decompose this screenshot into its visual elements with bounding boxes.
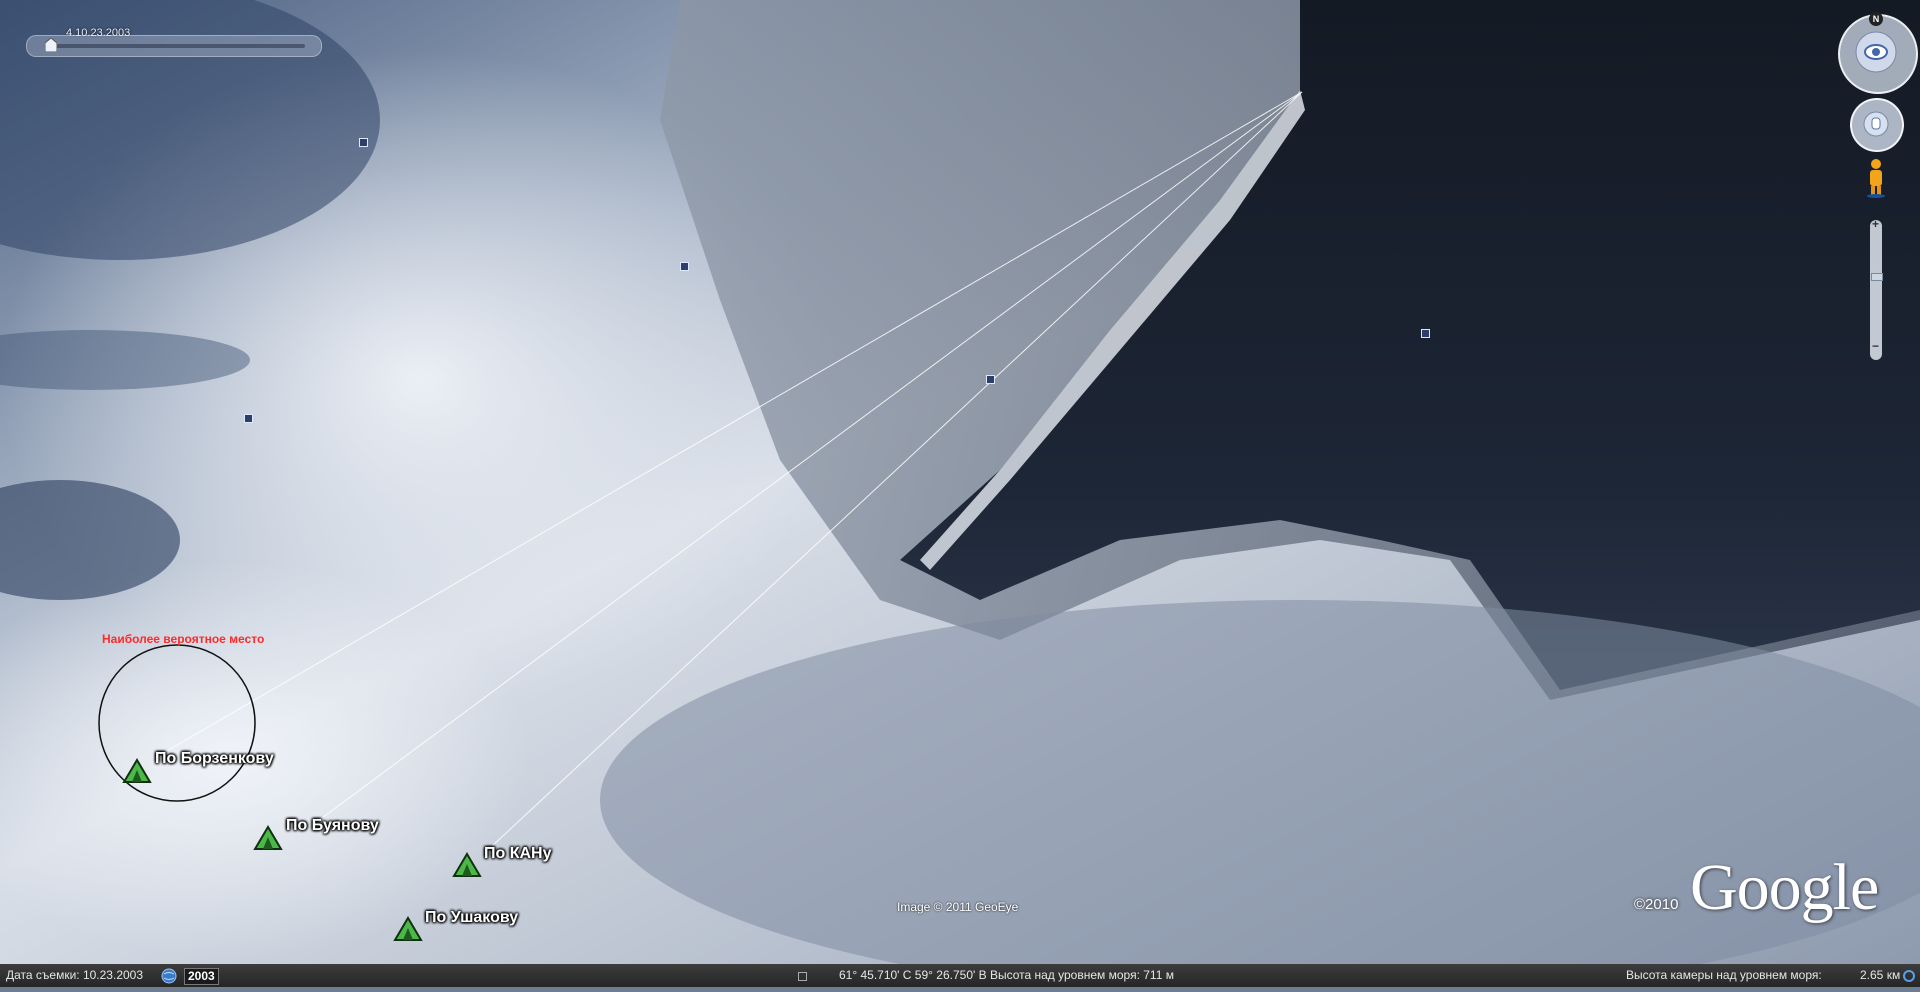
- status-indicator: [798, 972, 807, 981]
- imagery-credit: Image © 2011 GeoEye: [897, 900, 1019, 914]
- coordinates: 61° 45.710' С 59° 26.750' В Высота над у…: [839, 968, 1174, 982]
- time-slider-track[interactable]: [45, 44, 305, 48]
- placemark-square[interactable]: [359, 138, 368, 147]
- placemark-square[interactable]: [1421, 329, 1430, 338]
- placemark-square[interactable]: [986, 375, 995, 384]
- tent-marker-kan[interactable]: [452, 852, 482, 878]
- year-badge[interactable]: 2003: [184, 968, 219, 985]
- marker-label-buyanov[interactable]: По Буянову: [286, 817, 379, 835]
- north-indicator[interactable]: N: [1869, 12, 1883, 26]
- marker-label-ushakov[interactable]: По Ушакову: [425, 909, 518, 927]
- satellite-map[interactable]: Наиболее вероятное место По Борзенкову П…: [0, 0, 1920, 964]
- tent-icon: [452, 852, 482, 877]
- pegman-icon[interactable]: [1866, 158, 1886, 198]
- zoom-thumb[interactable]: [1871, 273, 1883, 281]
- placemark-square[interactable]: [680, 262, 689, 271]
- google-logo: Google: [1690, 851, 1879, 924]
- navigation-controls: N + −: [1836, 8, 1918, 360]
- hand-icon[interactable]: [1863, 111, 1889, 137]
- tent-marker-borzenkov[interactable]: [122, 758, 152, 784]
- camera-altitude-label: Высота камеры над уровнем моря:: [1626, 968, 1822, 982]
- zoom-out-icon[interactable]: −: [1872, 340, 1880, 352]
- tent-icon: [122, 758, 152, 783]
- camera-altitude-value: 2.65 км: [1860, 968, 1901, 982]
- tent-icon: [253, 825, 283, 850]
- placemark-square[interactable]: [244, 414, 253, 423]
- marker-label-kan[interactable]: По КАНу: [484, 845, 552, 863]
- copyright-year: ©2010: [1634, 896, 1679, 913]
- time-slider-thumb-icon[interactable]: [45, 38, 57, 52]
- tent-marker-ushakov[interactable]: [393, 916, 423, 942]
- capture-date: Дата съемки: 10.23.2003: [6, 968, 144, 982]
- status-bar: Дата съемки: 10.23.2003 2003 61° 45.710'…: [0, 964, 1920, 987]
- eye-icon[interactable]: [1854, 30, 1898, 74]
- tent-marker-buyanov[interactable]: [253, 825, 283, 851]
- tent-icon: [393, 916, 423, 941]
- zoom-in-icon[interactable]: +: [1872, 218, 1880, 230]
- time-slider[interactable]: [26, 35, 322, 57]
- globe-icon[interactable]: [161, 964, 177, 992]
- probable-place-note: Наиболее вероятное место: [102, 632, 265, 646]
- marker-label-borzenkov[interactable]: По Борзенкову: [155, 750, 274, 768]
